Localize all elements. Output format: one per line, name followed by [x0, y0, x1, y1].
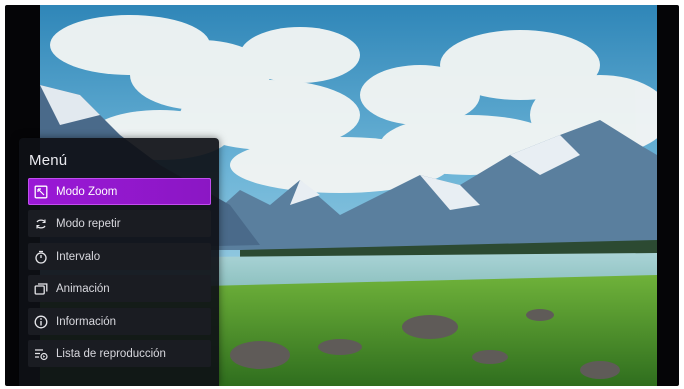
animation-icon — [34, 282, 48, 296]
menu-item-label: Información — [56, 315, 117, 328]
menu-panel: Menú Modo Zoom Modo repetir Intervalo An… — [19, 138, 219, 386]
zoom-mode-icon — [34, 185, 48, 199]
tv-screen: Menú Modo Zoom Modo repetir Intervalo An… — [5, 5, 679, 386]
menu-item-zoom-mode[interactable]: Modo Zoom — [28, 178, 211, 205]
menu-item-label: Intervalo — [56, 250, 101, 263]
playlist-icon — [34, 347, 48, 361]
info-icon — [34, 315, 48, 329]
menu-item-playlist[interactable]: Lista de reproducción — [28, 340, 211, 367]
menu-item-repeat-mode[interactable]: Modo repetir — [28, 210, 211, 237]
menu-title: Menú — [29, 152, 68, 169]
menu-item-animation[interactable]: Animación — [28, 275, 211, 302]
menu-item-label: Modo repetir — [56, 217, 121, 230]
menu-item-label: Modo Zoom — [56, 185, 118, 198]
menu-item-label: Lista de reproducción — [56, 347, 166, 360]
repeat-icon — [34, 217, 48, 231]
menu-item-label: Animación — [56, 282, 110, 295]
menu-item-information[interactable]: Información — [28, 308, 211, 335]
timer-icon — [34, 250, 48, 264]
menu-item-interval[interactable]: Intervalo — [28, 243, 211, 270]
